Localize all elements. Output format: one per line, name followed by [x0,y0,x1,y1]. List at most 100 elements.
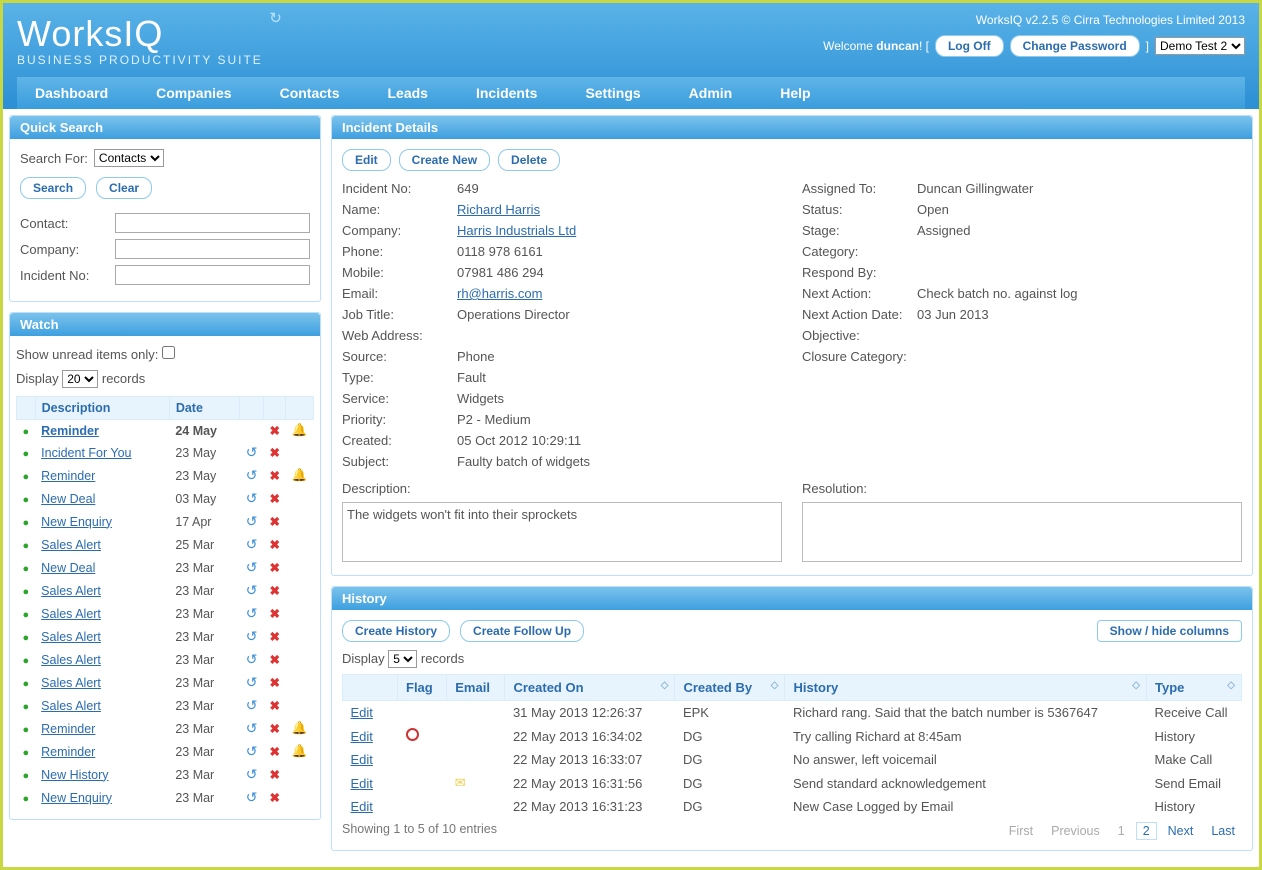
watch-display-select[interactable]: 20 [62,370,98,388]
edit-history-link[interactable]: Edit [351,752,373,767]
delete-icon[interactable]: ✖ [269,745,279,759]
nav-settings[interactable]: Settings [581,77,644,109]
watch-item-link[interactable]: Reminder [41,424,99,438]
pager-2[interactable]: 2 [1136,822,1157,840]
undo-icon[interactable]: ↺ [246,697,258,713]
description-textarea[interactable]: The widgets won't fit into their sprocke… [342,502,782,562]
delete-icon[interactable]: ✖ [269,424,279,438]
contact-input[interactable] [115,213,310,233]
company-input[interactable] [115,239,310,259]
bell-icon[interactable]: 🔔 [292,468,308,482]
watch-item-link[interactable]: Sales Alert [41,584,101,598]
detail-link[interactable]: Harris Industrials Ltd [457,223,576,238]
delete-icon[interactable]: ✖ [269,469,279,483]
undo-icon[interactable]: ↺ [246,582,258,598]
undo-icon[interactable]: ↺ [246,559,258,575]
col-flag[interactable]: Flag [398,675,447,701]
undo-icon[interactable]: ↺ [246,467,258,483]
watch-item-link[interactable]: Reminder [41,469,95,483]
col-history[interactable]: History◇ [785,675,1147,701]
bell-icon[interactable]: 🔔 [292,423,308,437]
undo-icon[interactable]: ↺ [246,490,258,506]
edit-incident-button[interactable]: Edit [342,149,391,171]
watch-item-link[interactable]: New Deal [41,561,95,575]
watch-col-desc[interactable]: Description [35,397,169,420]
watch-item-link[interactable]: Sales Alert [41,676,101,690]
delete-icon[interactable]: ✖ [269,446,279,460]
nav-leads[interactable]: Leads [384,77,432,109]
watch-item-link[interactable]: Sales Alert [41,607,101,621]
delete-icon[interactable]: ✖ [269,584,279,598]
history-display-select[interactable]: 5 [388,650,417,668]
delete-icon[interactable]: ✖ [269,653,279,667]
watch-item-link[interactable]: Sales Alert [41,699,101,713]
undo-icon[interactable]: ↺ [246,743,258,759]
nav-contacts[interactable]: Contacts [276,77,344,109]
undo-icon[interactable]: ↺ [246,628,258,644]
watch-item-link[interactable]: Reminder [41,722,95,736]
undo-icon[interactable]: ↺ [246,766,258,782]
pager-next[interactable]: Next [1161,822,1201,840]
watch-item-link[interactable]: New Enquiry [41,515,112,529]
delete-icon[interactable]: ✖ [269,722,279,736]
watch-item-link[interactable]: Reminder [41,745,95,759]
delete-icon[interactable]: ✖ [269,768,279,782]
delete-icon[interactable]: ✖ [269,607,279,621]
watch-item-link[interactable]: Sales Alert [41,653,101,667]
search-button[interactable]: Search [20,177,86,199]
clear-button[interactable]: Clear [96,177,152,199]
watch-item-link[interactable]: New Deal [41,492,95,506]
undo-icon[interactable]: ↺ [246,605,258,621]
create-history-button[interactable]: Create History [342,620,450,642]
delete-incident-button[interactable]: Delete [498,149,560,171]
edit-history-link[interactable]: Edit [351,776,373,791]
col-created-by[interactable]: Created By◇ [675,675,785,701]
undo-icon[interactable]: ↺ [246,674,258,690]
bell-icon[interactable]: 🔔 [292,721,308,735]
show-hide-columns-button[interactable]: Show / hide columns [1097,620,1242,642]
col-type[interactable]: Type◇ [1147,675,1242,701]
nav-help[interactable]: Help [776,77,814,109]
undo-icon[interactable]: ↺ [246,513,258,529]
undo-icon[interactable]: ↺ [246,444,258,460]
change-password-button[interactable]: Change Password [1010,35,1140,57]
search-for-select[interactable]: Contacts [94,149,164,167]
delete-icon[interactable]: ✖ [269,538,279,552]
watch-item-link[interactable]: New Enquiry [41,791,112,805]
watch-item-link[interactable]: New History [41,768,108,782]
undo-icon[interactable]: ↺ [246,536,258,552]
watch-col-date[interactable]: Date [169,397,239,420]
bell-icon[interactable]: 🔔 [292,744,308,758]
resolution-textarea[interactable] [802,502,1242,562]
nav-admin[interactable]: Admin [685,77,737,109]
delete-icon[interactable]: ✖ [269,630,279,644]
delete-icon[interactable]: ✖ [269,515,279,529]
undo-icon[interactable]: ↺ [246,720,258,736]
pager-last[interactable]: Last [1204,822,1242,840]
delete-icon[interactable]: ✖ [269,676,279,690]
incident-no-input[interactable] [115,265,310,285]
watch-item-link[interactable]: Sales Alert [41,630,101,644]
nav-incidents[interactable]: Incidents [472,77,541,109]
watch-item-link[interactable]: Incident For You [41,446,131,460]
create-incident-button[interactable]: Create New [399,149,490,171]
unread-only-checkbox[interactable] [162,346,175,359]
detail-link[interactable]: rh@harris.com [457,286,542,301]
nav-dashboard[interactable]: Dashboard [31,77,112,109]
delete-icon[interactable]: ✖ [269,699,279,713]
undo-icon[interactable]: ↺ [246,651,258,667]
create-followup-button[interactable]: Create Follow Up [460,620,584,642]
edit-history-link[interactable]: Edit [351,729,373,744]
edit-history-link[interactable]: Edit [351,799,373,814]
delete-icon[interactable]: ✖ [269,492,279,506]
undo-icon[interactable]: ↺ [246,789,258,805]
nav-companies[interactable]: Companies [152,77,235,109]
tenant-select[interactable]: Demo Test 2 [1155,37,1245,55]
delete-icon[interactable]: ✖ [269,791,279,805]
delete-icon[interactable]: ✖ [269,561,279,575]
detail-link[interactable]: Richard Harris [457,202,540,217]
watch-item-link[interactable]: Sales Alert [41,538,101,552]
col-email[interactable]: Email [447,675,505,701]
edit-history-link[interactable]: Edit [351,705,373,720]
col-created-on[interactable]: Created On◇ [505,675,675,701]
